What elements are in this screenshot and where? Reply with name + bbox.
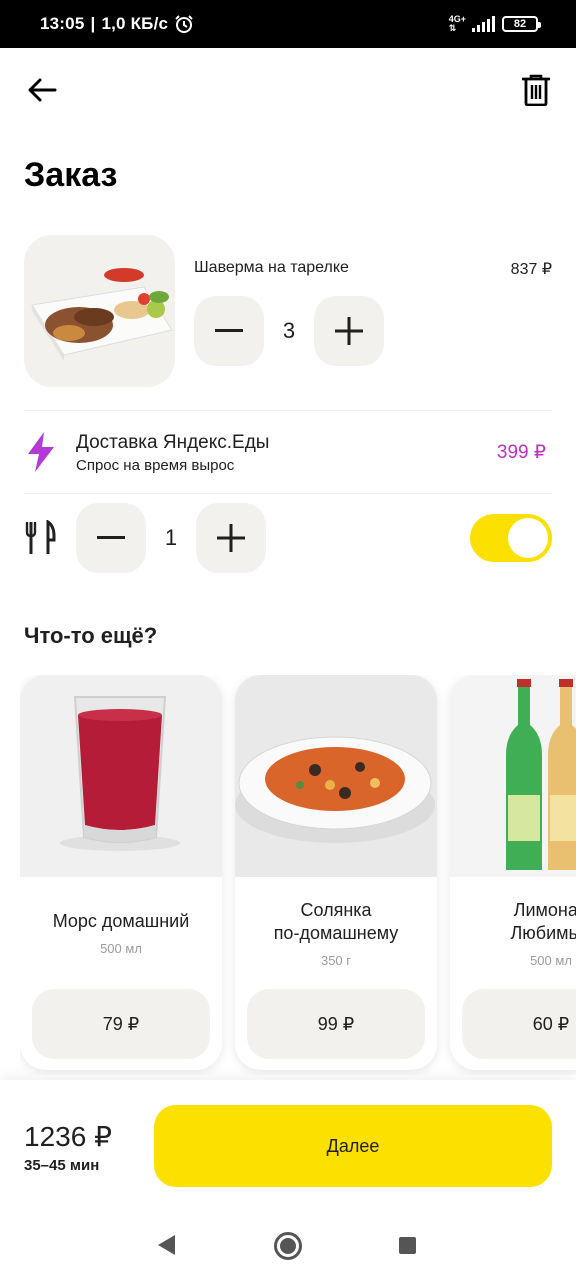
delivery-title: Доставка Яндекс.Еды xyxy=(76,432,270,453)
battery-level: 82 xyxy=(513,18,527,30)
solyanka-image xyxy=(235,675,437,877)
item-name: Шаверма на тарелке xyxy=(194,259,349,276)
minus-icon xyxy=(97,536,125,539)
glass-photo xyxy=(20,675,222,877)
status-bar: 13:05 | 1,0 КБ/с 4G+ ⇅ 82 xyxy=(0,0,576,48)
decrease-cutlery-button[interactable] xyxy=(76,503,146,573)
status-net-speed: 1,0 КБ/с xyxy=(101,14,169,33)
nav-home-dot xyxy=(280,1238,296,1254)
status-right: 4G+ ⇅ 82 xyxy=(449,0,541,48)
upsell-card-solyanka[interactable]: Солянка по-домашнему 350 г 99 ₽ xyxy=(235,675,437,1070)
network-indicator: 4G+ ⇅ xyxy=(449,15,466,33)
nav-back-icon[interactable] xyxy=(156,1234,176,1256)
status-time: 13:05 xyxy=(40,14,85,33)
next-button-label: Далее xyxy=(326,1135,380,1156)
trash-icon xyxy=(522,74,550,106)
system-nav-bar xyxy=(0,1212,576,1280)
upsell-card-lemonade[interactable]: Лимонад Любимый 500 мл 60 ₽ xyxy=(450,675,576,1070)
upsell-title: Что-то ещё? xyxy=(24,623,158,648)
upsell-name-line1: Солянка xyxy=(300,900,372,920)
divider xyxy=(24,493,552,494)
upsell-name: Морс домашний xyxy=(52,911,190,931)
upsell-price: 99 ₽ xyxy=(317,1013,355,1034)
data-arrows-icon: ⇅ xyxy=(448,23,457,33)
shawarma-plate-image xyxy=(24,235,175,387)
upsell-name-line1: Лимонад xyxy=(513,900,576,920)
decrease-quantity-button[interactable] xyxy=(194,296,264,366)
item-quantity-stepper: 3 xyxy=(194,296,384,366)
divider xyxy=(24,410,552,411)
increase-quantity-button[interactable] xyxy=(314,296,384,366)
cutlery-quantity-stepper: 1 xyxy=(76,503,266,573)
cutlery-quantity: 1 xyxy=(164,525,178,550)
upsell-card-mors[interactable]: Морс домашний 500 мл 79 ₽ xyxy=(20,675,222,1070)
battery-icon: 82 xyxy=(502,16,541,32)
cutlery-toggle[interactable] xyxy=(470,514,552,562)
mors-image xyxy=(20,675,222,877)
back-button[interactable] xyxy=(22,70,62,110)
upsell-name-line2: Любимый xyxy=(510,923,576,943)
upsell-name-line2: по-домашнему xyxy=(273,923,399,943)
order-total: 1236 ₽ xyxy=(24,1121,112,1152)
status-separator: | xyxy=(90,14,96,33)
page-title: Заказ xyxy=(24,156,118,194)
delivery-row: Доставка Яндекс.Еды Спрос на время вырос… xyxy=(24,412,552,492)
food-photo xyxy=(24,235,175,387)
upsell-price: 60 ₽ xyxy=(532,1013,570,1034)
delivery-eta: 35–45 мин xyxy=(24,1157,100,1174)
lightning-icon xyxy=(28,432,54,472)
upsell-size: 500 мл xyxy=(100,941,142,956)
status-left: 13:05 | 1,0 КБ/с xyxy=(40,0,194,48)
lemonade-image xyxy=(450,675,576,877)
checkout-panel: 1236 ₽ 35–45 мин Далее xyxy=(0,1080,576,1212)
delivery-price: 399 ₽ xyxy=(496,442,546,463)
item-quantity: 3 xyxy=(282,318,296,343)
top-bar xyxy=(0,48,576,132)
soup-photo xyxy=(235,675,437,877)
arrow-left-icon xyxy=(28,78,57,102)
increase-cutlery-button[interactable] xyxy=(196,503,266,573)
clear-cart-button[interactable] xyxy=(516,70,556,110)
toggle-knob xyxy=(508,518,548,558)
bottles-photo xyxy=(450,675,576,877)
cart-item: Шаверма на тарелке 837 ₽ 3 xyxy=(24,235,552,387)
cutlery-row: 1 xyxy=(24,500,552,576)
minus-icon xyxy=(215,329,243,332)
nav-home-icon[interactable] xyxy=(274,1232,302,1260)
upsell-add-button[interactable]: 99 ₽ xyxy=(247,989,425,1059)
upsell-carousel[interactable]: Морс домашний 500 мл 79 ₽ Солянка по-дом… xyxy=(20,675,576,1075)
upsell-size: 500 мл xyxy=(530,953,572,968)
cutlery-icon xyxy=(25,520,56,554)
upsell-add-button[interactable]: 79 ₽ xyxy=(32,989,210,1059)
plus-icon xyxy=(217,524,245,552)
signal-icon xyxy=(472,16,495,32)
delivery-subtitle: Спрос на время вырос xyxy=(76,457,235,474)
item-price: 837 ₽ xyxy=(510,261,552,278)
next-button[interactable]: Далее xyxy=(154,1105,552,1187)
alarm-icon xyxy=(175,15,193,33)
nav-recents-icon[interactable] xyxy=(399,1237,416,1254)
plus-icon xyxy=(335,317,363,345)
upsell-price: 79 ₽ xyxy=(102,1013,140,1034)
upsell-size: 350 г xyxy=(320,953,352,968)
upsell-add-button[interactable]: 60 ₽ xyxy=(462,989,576,1059)
